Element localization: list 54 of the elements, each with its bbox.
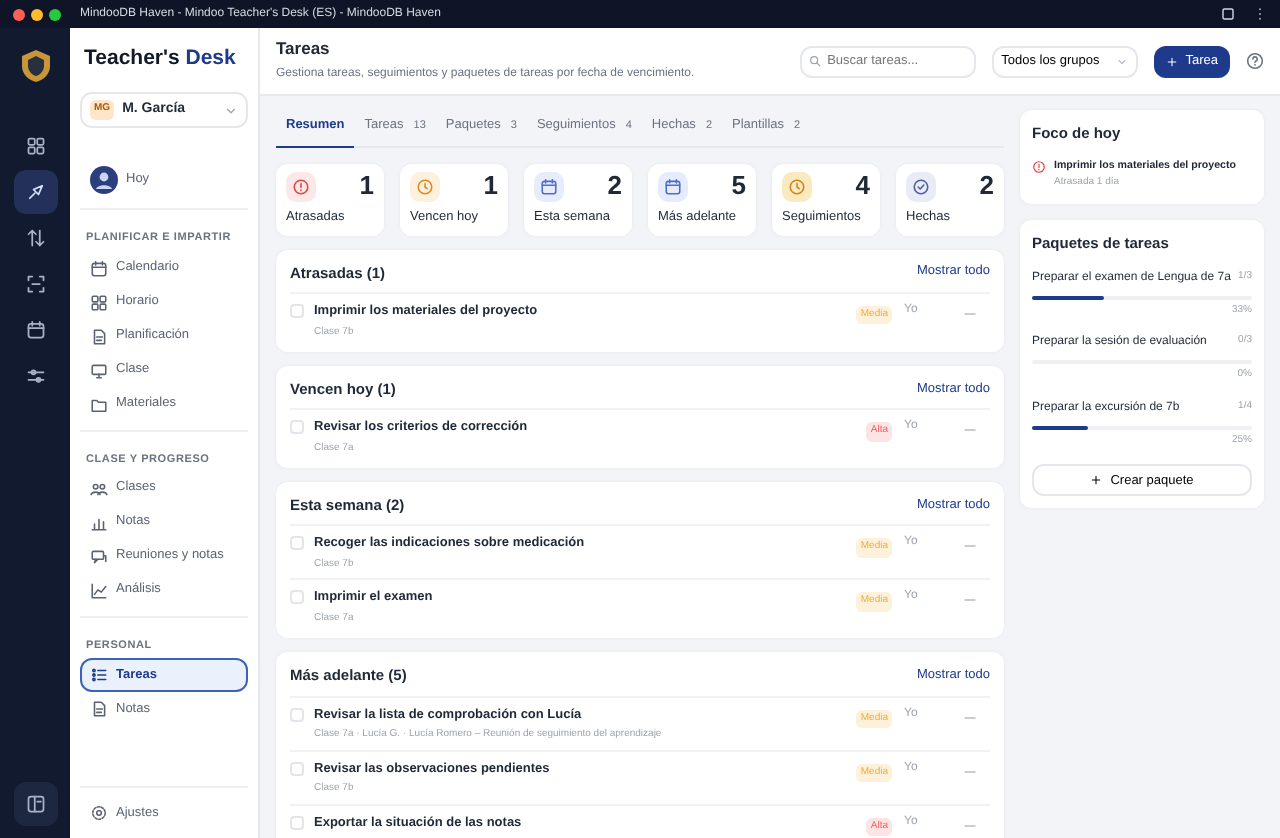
- task-checkbox[interactable]: [290, 420, 304, 434]
- check-circle-icon: [912, 177, 930, 196]
- folder-icon: [90, 395, 108, 413]
- line-chart-icon: [90, 581, 108, 600]
- bar-chart-icon: [90, 513, 108, 532]
- stat-value: 1: [359, 171, 374, 198]
- task-checkbox[interactable]: [290, 303, 304, 318]
- stat-value: 1: [483, 171, 498, 198]
- shield-logo: [19, 48, 51, 84]
- window-controls[interactable]: [12, 7, 64, 21]
- calendar-icon: [540, 177, 558, 196]
- alert-icon: [1032, 160, 1046, 175]
- clock-icon: [788, 177, 806, 196]
- list-icon: [90, 666, 108, 684]
- calendar-icon: [90, 259, 108, 277]
- task-checkbox[interactable]: [290, 815, 304, 829]
- calendar-icon: [664, 177, 682, 196]
- grid-icon: [90, 293, 108, 311]
- stat-value: 2: [607, 171, 622, 198]
- app-title: Teacher's Desk: [82, 44, 238, 74]
- calendar-icon: [25, 320, 45, 340]
- settings-icon: [90, 804, 108, 822]
- task-checkbox[interactable]: [290, 590, 304, 605]
- grid-icon: [25, 136, 45, 156]
- task-checkbox[interactable]: [290, 536, 304, 551]
- sidebar-toggle-button[interactable]: [13, 782, 57, 826]
- plus-icon: [1090, 474, 1103, 487]
- avatar-icon: [90, 166, 118, 195]
- chevron-down-icon: [224, 103, 238, 117]
- sliders-icon: [25, 366, 45, 386]
- alert-icon: [292, 177, 310, 196]
- rail-button[interactable]: [13, 170, 57, 214]
- document-icon: [90, 700, 108, 718]
- stat-value: 5: [731, 171, 746, 198]
- stat-value: 2: [979, 171, 994, 198]
- chat-icon: [90, 547, 108, 566]
- monitor-icon: [90, 361, 108, 379]
- document-icon: [90, 327, 108, 345]
- clock-icon: [416, 177, 434, 196]
- panel-icon: [25, 794, 45, 814]
- help-button[interactable]: [1246, 52, 1264, 70]
- people-icon: [90, 479, 108, 498]
- stat-value: 4: [855, 171, 870, 198]
- task-checkbox[interactable]: [290, 707, 304, 721]
- arrow-icon: [25, 182, 45, 202]
- help-icon: [1246, 52, 1264, 70]
- swap-icon: [25, 228, 45, 248]
- task-checkbox[interactable]: [290, 761, 304, 775]
- scan-icon: [25, 274, 45, 294]
- page-title: Tareas: [276, 37, 332, 59]
- square-icon: [1220, 6, 1236, 22]
- chevron-down-icon: [1115, 55, 1128, 67]
- plus-icon: [1165, 55, 1178, 67]
- search-icon: [807, 54, 822, 68]
